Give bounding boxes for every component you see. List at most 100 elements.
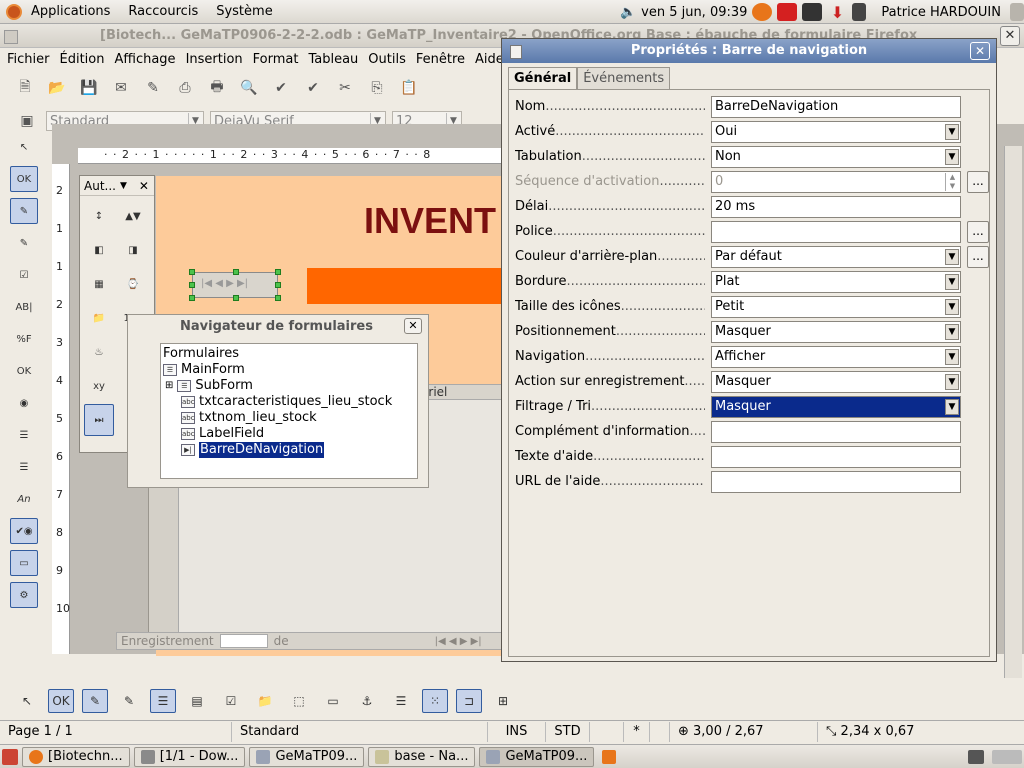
ellipsis-button[interactable]: ... <box>967 171 989 193</box>
image-control-icon[interactable]: ◨ <box>118 234 148 266</box>
properties-close-button[interactable]: ✕ <box>970 42 990 60</box>
task-downloads[interactable]: [1/1 - Dow... <box>133 746 246 767</box>
form-heading[interactable]: INVENT <box>364 200 496 242</box>
property-input[interactable] <box>711 221 961 243</box>
update-icon[interactable]: ⬇ <box>827 3 847 22</box>
shutdown-icon[interactable] <box>1010 3 1024 21</box>
menu-tableau[interactable]: Tableau <box>303 52 363 67</box>
spin-button-icon[interactable]: ↕ <box>84 200 114 232</box>
tree-item[interactable]: abc txtcaracteristiques_lieu_stock <box>181 394 392 410</box>
autospellcheck-icon[interactable]: ✔ <box>300 75 326 101</box>
property-dropdown[interactable]: Plat ▼ <box>711 271 961 293</box>
menu-outils[interactable]: Outils <box>363 52 411 67</box>
chevron-down-icon[interactable]: ▼ <box>945 274 959 290</box>
property-dropdown[interactable]: Masquer ▼ <box>711 371 961 393</box>
display-grid-icon[interactable]: ▭ <box>320 689 346 713</box>
edit-file-icon[interactable]: ✎ <box>140 75 166 101</box>
property-dropdown[interactable]: Masquer ▼ <box>711 396 961 418</box>
network-icon[interactable] <box>852 3 867 21</box>
workspace-switcher-icon[interactable] <box>968 749 984 764</box>
menu-applications[interactable]: Applications <box>22 4 119 19</box>
design-mode-icon[interactable]: OK <box>48 689 74 713</box>
styles-icon[interactable]: ▣ <box>14 108 40 134</box>
form-navigator-close-button[interactable]: ✕ <box>404 318 422 334</box>
combo-box-icon[interactable]: ☰ <box>10 454 38 480</box>
menu-systeme[interactable]: Système <box>207 4 281 19</box>
selection-mode-status[interactable]: STD <box>546 721 590 742</box>
option-button-icon[interactable]: ◉ <box>10 390 38 416</box>
menu-edition[interactable]: Édition <box>55 52 110 67</box>
form-navigator-icon[interactable]: ☰ <box>150 689 176 713</box>
resize-handle[interactable] <box>189 269 195 275</box>
text-box-icon[interactable]: AB| <box>10 294 38 320</box>
tab-evenements[interactable]: Événements <box>577 67 671 89</box>
task-base[interactable]: base - Na... <box>368 746 476 767</box>
power-icon[interactable] <box>777 3 798 21</box>
show-desktop-icon[interactable] <box>2 748 18 765</box>
add-field-icon[interactable]: ▤ <box>184 689 210 713</box>
currency-field-icon[interactable]: ♨ <box>84 336 114 368</box>
chevron-down-icon[interactable]: ▼ <box>945 349 959 365</box>
property-input[interactable] <box>711 471 961 493</box>
firefox-icon[interactable] <box>752 3 773 21</box>
form-properties-icon[interactable]: ✎ <box>116 689 142 713</box>
chevron-down-icon[interactable]: ▼ <box>945 149 959 165</box>
page-style-status[interactable]: Standard <box>232 721 488 742</box>
list-box-icon[interactable]: ☰ <box>10 422 38 448</box>
open-design-mode-icon[interactable]: 📁 <box>252 689 278 713</box>
resize-handle[interactable] <box>275 282 281 288</box>
menu-insertion[interactable]: Insertion <box>181 52 248 67</box>
chevron-down-icon[interactable]: ▼ <box>945 124 959 140</box>
activation-order-icon[interactable]: ☑ <box>218 689 244 713</box>
expand-icon[interactable]: ⊞ <box>165 378 173 394</box>
insert-mode-status[interactable]: INS <box>488 721 546 742</box>
task-biotechn[interactable]: [Biotechn... <box>22 746 130 767</box>
property-dropdown[interactable]: Oui ▼ <box>711 121 961 143</box>
ubuntu-logo-icon[interactable] <box>6 3 22 20</box>
save-icon[interactable]: 💾 <box>76 75 102 101</box>
menu-fenetre[interactable]: Fenêtre <box>411 52 470 67</box>
new-document-icon[interactable]: 🗎 <box>12 75 38 101</box>
time-field-icon[interactable]: ⌚ <box>118 268 148 300</box>
menu-fichier[interactable]: Fichier <box>2 52 55 67</box>
print-preview-icon[interactable]: 🔍 <box>236 75 262 101</box>
size-status[interactable]: ⤡ 2,34 x 0,67 <box>818 722 968 742</box>
resize-handle[interactable] <box>189 295 195 301</box>
property-dropdown[interactable]: Par défaut ▼ <box>711 246 961 268</box>
snap-grid-icon[interactable]: ⁙ <box>422 689 448 713</box>
tree-item[interactable]: ☰ MainForm <box>163 362 245 378</box>
open-icon[interactable]: 📂 <box>44 75 70 101</box>
form-design-icon[interactable]: ▭ <box>10 550 38 576</box>
workspace-switcher-icon[interactable] <box>992 749 1022 764</box>
menu-format[interactable]: Format <box>248 52 304 67</box>
chevron-down-icon[interactable]: ▼ <box>945 399 959 415</box>
chevron-down-icon[interactable]: ▼ <box>945 249 959 265</box>
date-field-icon[interactable]: ▦ <box>84 268 114 300</box>
terminal-icon[interactable] <box>802 3 823 21</box>
tree-item[interactable]: Formulaires <box>163 346 239 362</box>
paste-icon[interactable]: 📋 <box>396 75 422 101</box>
tree-item[interactable]: abc LabelField <box>181 426 264 442</box>
tree-item[interactable]: abc txtnom_lieu_stock <box>181 410 317 426</box>
properties-titlebar[interactable]: Propriétés : Barre de navigation ✕ <box>502 39 996 63</box>
toolbar-header[interactable]: Aut... ▼ ✕ <box>80 176 154 196</box>
user-name[interactable]: Patrice HARDOUIN <box>881 5 1001 20</box>
record-number-input[interactable] <box>219 634 268 648</box>
modified-status[interactable]: * <box>624 721 650 742</box>
scrollbar-icon[interactable]: ▲▼ <box>118 200 148 232</box>
navigation-bar-icon[interactable]: ⏭ <box>84 404 114 436</box>
property-input[interactable] <box>711 446 961 468</box>
chevron-down-icon[interactable]: ▼ <box>120 181 127 191</box>
push-button-icon[interactable]: OK <box>10 358 38 384</box>
print-icon[interactable]: 🖶 <box>204 75 230 101</box>
property-input[interactable] <box>711 421 961 443</box>
clock[interactable]: ven 5 jun, 09:39 <box>641 5 747 20</box>
export-pdf-icon[interactable]: ⎙ <box>172 75 198 101</box>
resize-handle[interactable] <box>233 269 239 275</box>
resize-handle[interactable] <box>275 269 281 275</box>
form-properties-icon[interactable]: ✎ <box>10 230 38 256</box>
trash-icon[interactable] <box>602 749 617 764</box>
ellipsis-button[interactable]: ... <box>967 246 989 268</box>
tree-item-selected[interactable]: ▶| BarreDeNavigation <box>181 442 325 458</box>
chevron-down-icon[interactable]: ▼ <box>945 299 959 315</box>
